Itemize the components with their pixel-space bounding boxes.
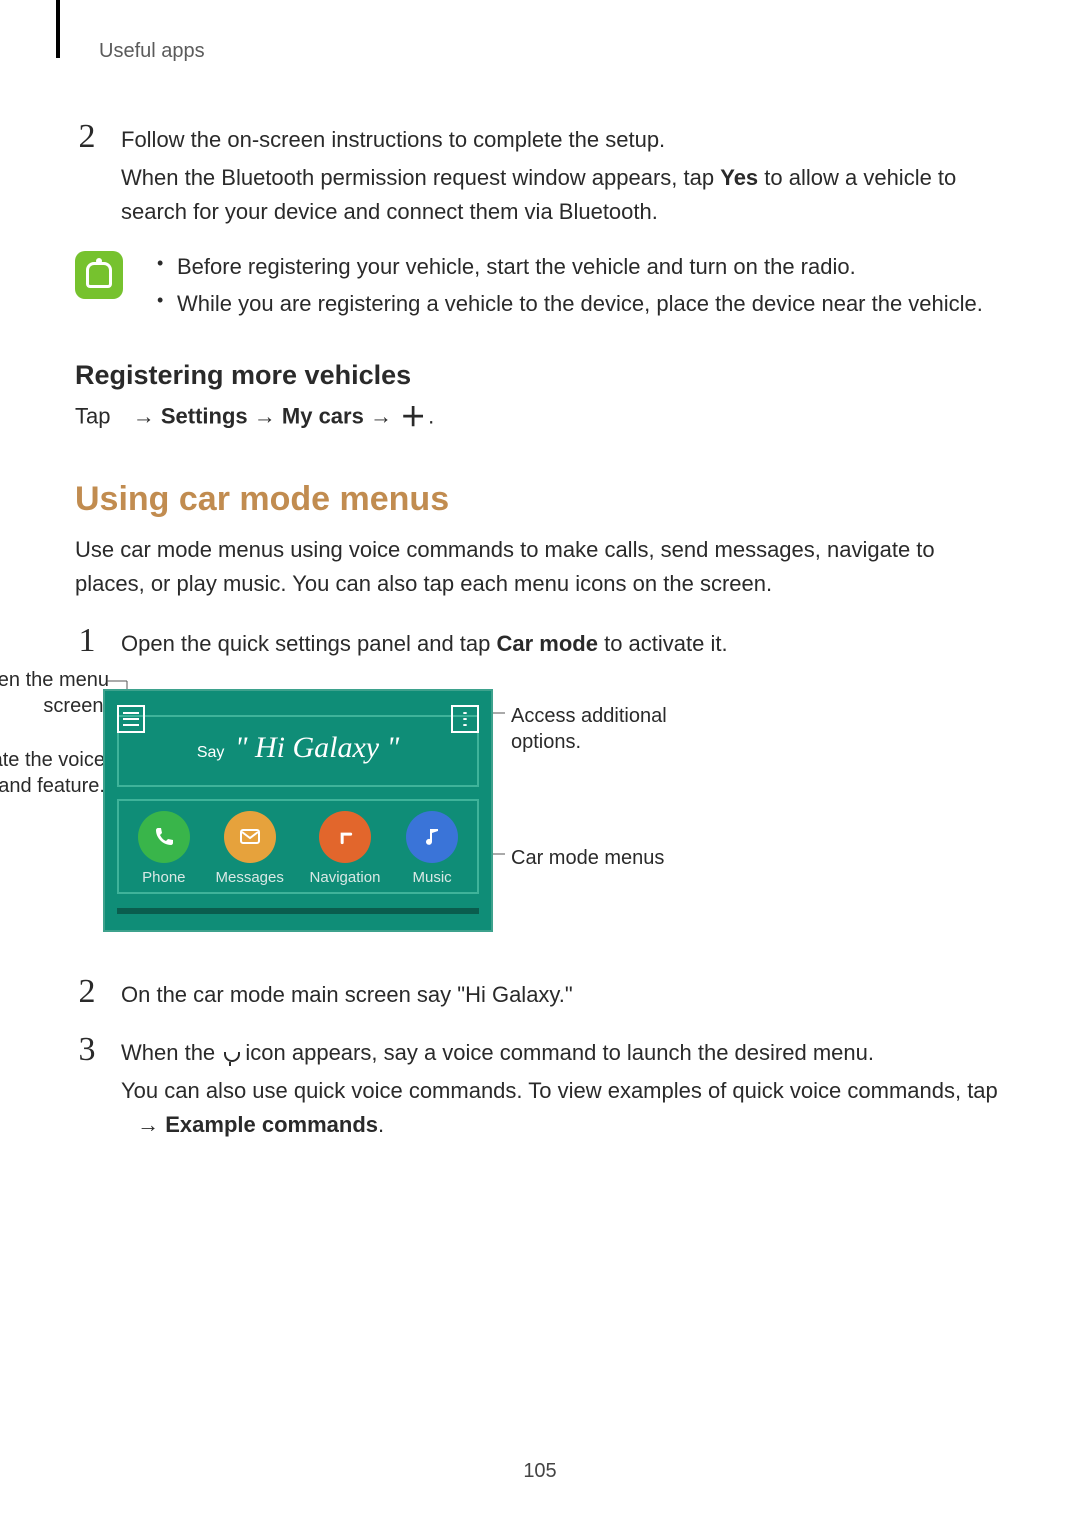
heading-registering: Registering more vehicles xyxy=(75,360,1005,391)
step-3-line-2: You can also use quick voice commands. T… xyxy=(121,1074,998,1142)
note-bullet: While you are registering a vehicle to t… xyxy=(153,286,983,321)
bottom-bar xyxy=(117,908,479,914)
using-paragraph: Use car mode menus using voice commands … xyxy=(75,533,1005,601)
car-mode-menu-row: Phone Messages Navigation xyxy=(117,799,479,894)
more-options-icon[interactable] xyxy=(451,705,479,733)
heading-using-car-mode: Using car mode menus xyxy=(75,480,1005,519)
callout-carmode-menus: Car mode menus xyxy=(511,845,711,871)
callout-access-options: Access additional options. xyxy=(511,703,711,755)
car-mode-screen: Say " Hi Galaxy " Phone xyxy=(103,689,493,932)
menu-phone[interactable]: Phone xyxy=(138,811,190,886)
callout-activate-voice: Activate the voice command feature. xyxy=(0,747,105,799)
menu-navigation[interactable]: Navigation xyxy=(310,811,381,886)
page-number: 105 xyxy=(523,1460,556,1483)
step-2b-body: On the car mode main screen say "Hi Gala… xyxy=(121,974,573,1012)
menu-messages[interactable]: Messages xyxy=(216,811,284,886)
menu-icon[interactable] xyxy=(117,705,145,733)
step-number: 2 xyxy=(75,974,99,1012)
step-number: 1 xyxy=(75,623,99,661)
microphone-icon xyxy=(223,1042,237,1062)
navigation-icon xyxy=(319,811,371,863)
callout-open-menu: Open the menu screen. xyxy=(0,667,109,719)
message-icon xyxy=(224,811,276,863)
note-bell-icon xyxy=(75,251,123,299)
music-icon xyxy=(406,811,458,863)
step-1-body: Open the quick settings panel and tap Ca… xyxy=(121,623,728,661)
phone-icon xyxy=(138,811,190,863)
header-rule xyxy=(56,0,60,58)
step-2-line-1: Follow the on-screen instructions to com… xyxy=(121,123,1005,157)
yes-label: Yes xyxy=(720,165,758,190)
step-3-line-1: When the icon appears, say a voice comma… xyxy=(121,1036,998,1070)
running-head: Useful apps xyxy=(99,40,1005,63)
plus-icon: ＋ xyxy=(400,397,426,434)
tap-path: Tap → Settings → My cars → ＋. xyxy=(75,399,1005,436)
menu-music[interactable]: Music xyxy=(406,811,458,886)
step-number: 3 xyxy=(75,1032,99,1142)
step-2-line-2: When the Bluetooth permission request wi… xyxy=(121,161,1005,229)
more-options-icon xyxy=(123,1114,129,1134)
more-options-icon xyxy=(119,405,125,425)
step-number: 2 xyxy=(75,119,99,229)
note-bullet: Before registering your vehicle, start t… xyxy=(153,249,983,284)
